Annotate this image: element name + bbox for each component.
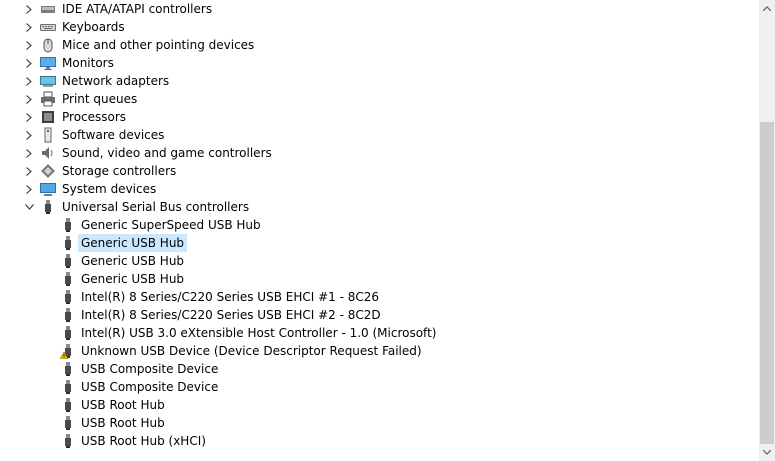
device-label: Generic SuperSpeed USB Hub xyxy=(81,218,261,232)
device-category-node[interactable]: Network adapters xyxy=(0,72,759,90)
chevron-right-icon[interactable] xyxy=(24,54,34,72)
device-node[interactable]: Generic SuperSpeed USB Hub xyxy=(0,216,759,234)
device-node[interactable]: Generic USB Hub xyxy=(0,270,759,288)
device-label: Generic USB Hub xyxy=(81,254,185,268)
chevron-right-icon[interactable] xyxy=(24,18,34,36)
usb-warning-icon xyxy=(59,343,76,360)
device-category-node[interactable]: System devices xyxy=(0,180,759,198)
device-node[interactable]: Intel(R) USB 3.0 eXtensible Host Control… xyxy=(0,324,759,342)
device-label: USB Root Hub xyxy=(81,416,165,430)
category-label: Monitors xyxy=(62,56,114,70)
network-adapter-icon xyxy=(40,73,56,89)
device-node[interactable]: USB Composite Device xyxy=(0,360,759,378)
device-category-node[interactable]: Storage controllers xyxy=(0,162,759,180)
device-label: Intel(R) 8 Series/C220 Series USB EHCI #… xyxy=(81,290,380,304)
device-node[interactable]: Intel(R) 8 Series/C220 Series USB EHCI #… xyxy=(0,306,759,324)
category-label: IDE ATA/ATAPI controllers xyxy=(62,2,213,16)
ide-controller-icon xyxy=(40,1,56,17)
device-category-node[interactable]: Sound, video and game controllers xyxy=(0,144,759,162)
usb-icon xyxy=(60,433,76,449)
software-device-icon xyxy=(40,127,56,143)
device-category-node[interactable]: IDE ATA/ATAPI controllers xyxy=(0,0,759,18)
device-node[interactable]: USB Root Hub (xHCI) xyxy=(0,432,759,450)
device-label: Unknown USB Device (Device Descriptor Re… xyxy=(81,344,422,358)
usb-icon xyxy=(60,379,76,395)
chevron-right-icon[interactable] xyxy=(24,126,34,144)
device-node[interactable]: Generic USB Hub xyxy=(0,252,759,270)
category-label: Universal Serial Bus controllers xyxy=(62,200,250,214)
usb-icon xyxy=(60,289,76,305)
chevron-down-icon[interactable] xyxy=(24,198,34,216)
chevron-right-icon[interactable] xyxy=(24,90,34,108)
category-label: Sound, video and game controllers xyxy=(62,146,272,160)
speaker-icon xyxy=(40,145,56,161)
scroll-down-arrow-icon[interactable] xyxy=(759,444,775,461)
device-node[interactable]: Intel(R) 8 Series/C220 Series USB EHCI #… xyxy=(0,288,759,306)
usb-icon xyxy=(60,271,76,287)
device-category-node[interactable]: Processors xyxy=(0,108,759,126)
category-label: Storage controllers xyxy=(62,164,177,178)
device-label: USB Composite Device xyxy=(81,380,219,394)
usb-icon xyxy=(60,253,76,269)
device-label: USB Root Hub xyxy=(81,398,165,412)
category-label: Keyboards xyxy=(62,20,125,34)
device-tree[interactable]: IDE ATA/ATAPI controllers Keyboards Mice a… xyxy=(0,0,759,461)
usb-icon xyxy=(60,361,76,377)
scroll-up-arrow-icon[interactable] xyxy=(759,0,775,17)
chevron-right-icon[interactable] xyxy=(24,180,34,198)
device-node[interactable]: USB Root Hub xyxy=(0,396,759,414)
usb-icon xyxy=(60,235,76,251)
processor-icon xyxy=(40,109,56,125)
device-node[interactable]: Generic USB Hub xyxy=(0,234,759,252)
device-label: Intel(R) USB 3.0 eXtensible Host Control… xyxy=(81,326,437,340)
chevron-right-icon[interactable] xyxy=(24,162,34,180)
storage-controller-icon xyxy=(40,163,56,179)
chevron-right-icon[interactable] xyxy=(24,144,34,162)
scrollbar-thumb[interactable] xyxy=(760,122,774,444)
category-label: System devices xyxy=(62,182,157,196)
monitor-icon xyxy=(40,55,56,71)
device-label: Generic USB Hub xyxy=(78,234,188,252)
usb-icon xyxy=(40,199,56,215)
system-device-icon xyxy=(40,181,56,197)
device-label: USB Composite Device xyxy=(81,362,219,376)
chevron-right-icon[interactable] xyxy=(24,108,34,126)
category-label: Mice and other pointing devices xyxy=(62,38,255,52)
device-label: USB Root Hub (xHCI) xyxy=(81,434,206,448)
category-label: Network adapters xyxy=(62,74,170,88)
device-category-node[interactable]: Print queues xyxy=(0,90,759,108)
printer-icon xyxy=(40,91,56,107)
device-node[interactable]: USB Root Hub xyxy=(0,414,759,432)
usb-icon xyxy=(60,217,76,233)
device-category-node[interactable]: Keyboards xyxy=(0,18,759,36)
chevron-right-icon[interactable] xyxy=(24,0,34,18)
device-node[interactable]: Unknown USB Device (Device Descriptor Re… xyxy=(0,342,759,360)
chevron-right-icon[interactable] xyxy=(24,36,34,54)
usb-icon xyxy=(60,307,76,323)
usb-icon xyxy=(60,415,76,431)
category-label: Software devices xyxy=(62,128,165,142)
device-label: Generic USB Hub xyxy=(81,272,185,286)
device-category-node[interactable]: Mice and other pointing devices xyxy=(0,36,759,54)
device-label: Intel(R) 8 Series/C220 Series USB EHCI #… xyxy=(81,308,381,322)
category-label: Processors xyxy=(62,110,127,124)
device-category-node[interactable]: Universal Serial Bus controllers xyxy=(0,198,759,216)
usb-icon xyxy=(60,325,76,341)
chevron-right-icon[interactable] xyxy=(24,72,34,90)
usb-icon xyxy=(60,397,76,413)
keyboard-icon xyxy=(40,19,56,35)
device-category-node[interactable]: Monitors xyxy=(0,54,759,72)
device-node[interactable]: USB Composite Device xyxy=(0,378,759,396)
device-category-node[interactable]: Software devices xyxy=(0,126,759,144)
vertical-scrollbar[interactable] xyxy=(759,0,775,461)
mouse-icon xyxy=(40,37,56,53)
category-label: Print queues xyxy=(62,92,138,106)
